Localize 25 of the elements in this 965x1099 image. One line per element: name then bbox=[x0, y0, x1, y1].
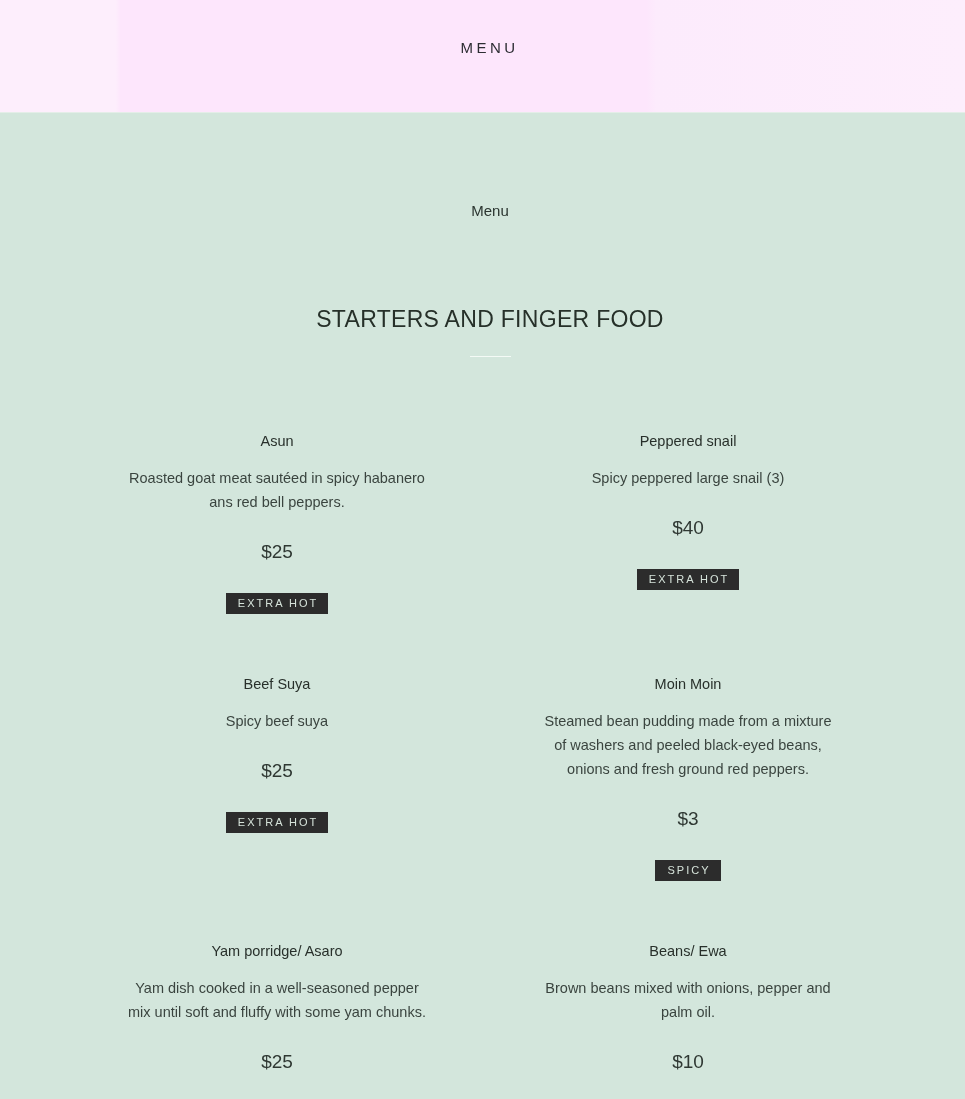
dish-name: Beef Suya bbox=[243, 675, 311, 694]
spice-tag: EXTRA HOT bbox=[225, 812, 329, 833]
dish-name: Moin Moin bbox=[654, 675, 722, 694]
dish-price: $3 bbox=[677, 807, 699, 831]
spice-tag: EXTRA HOT bbox=[636, 569, 740, 590]
dish-price: $25 bbox=[261, 540, 293, 564]
dish-price: $25 bbox=[261, 759, 293, 783]
dish-price: $40 bbox=[672, 516, 704, 540]
dish-name: Beans/ Ewa bbox=[649, 942, 727, 961]
page-title: MENU bbox=[460, 38, 519, 58]
section-title: STARTERS AND FINGER FOOD bbox=[316, 305, 664, 334]
dish-price: $25 bbox=[261, 1050, 293, 1074]
spice-tag: EXTRA HOT bbox=[225, 593, 329, 614]
dish-description: Brown beans mixed with onions, pepper and palm oil. bbox=[544, 979, 832, 1022]
dish-description: Spicy peppered large snail (3) bbox=[591, 469, 785, 488]
dish-name: Asun bbox=[260, 432, 294, 451]
spice-tag: SPICY bbox=[655, 860, 721, 881]
dish-description: Spicy beef suya bbox=[225, 712, 329, 731]
dish-name: Peppered snail bbox=[639, 432, 737, 451]
dish-description: Roasted goat meat sautéed in spicy habanero ans red bell peppers. bbox=[128, 469, 426, 512]
breadcrumb-link[interactable]: Menu bbox=[471, 201, 509, 221]
dish-price: $10 bbox=[672, 1050, 704, 1074]
dish-description: Steamed bean pudding made from a mixture of washers and peeled black-eyed beans, onions and fresh ground red peppers. bbox=[543, 712, 833, 779]
dish-name: Yam porridge/ Asaro bbox=[211, 942, 343, 961]
dish-description: Yam dish cooked in a well-seasoned pepper mix until soft and fluffy with some yam chunks. bbox=[127, 979, 427, 1022]
